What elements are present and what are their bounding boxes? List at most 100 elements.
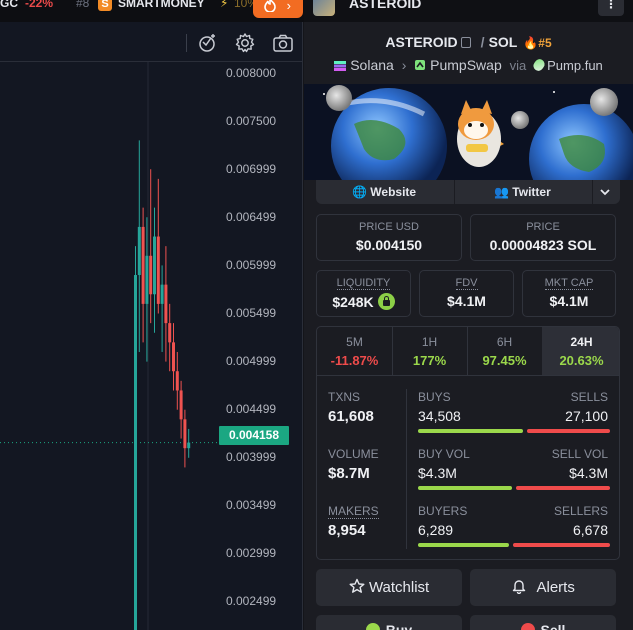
people-icon: 👥	[494, 185, 509, 199]
sellers-ratio-bar	[513, 543, 610, 547]
tab-change: -11.87%	[330, 353, 379, 368]
price-usd-label: PRICE USD	[359, 221, 419, 233]
tab-label: 24H	[570, 335, 593, 349]
buys-ratio-bar	[418, 429, 523, 433]
ticker-symbol[interactable]: GC	[0, 0, 18, 10]
alerts-button[interactable]: Alerts	[470, 569, 616, 606]
volume-stat: VOLUME $8.7M	[328, 447, 379, 482]
fdv-label: FDV	[455, 277, 478, 290]
candle-body[interactable]	[141, 226, 145, 304]
candle-body[interactable]	[134, 275, 137, 630]
mktcap-card: MKT CAP $4.1M	[522, 270, 616, 317]
volume-value: $8.7M	[328, 465, 370, 482]
price-usd-card: PRICE USD $0.004150	[316, 214, 462, 261]
candle-body[interactable]	[172, 342, 175, 372]
candlestick-plot[interactable]	[0, 62, 303, 630]
tab-change: 20.63%	[559, 353, 604, 368]
chain-name[interactable]: Solana	[350, 57, 394, 73]
indicator-icon[interactable]	[197, 32, 219, 54]
y-tick-label: 0.007500	[226, 114, 277, 128]
sellvol-label: SELL VOL	[551, 447, 608, 461]
tab-24h[interactable]: 24H 20.63%	[542, 327, 619, 376]
ticker-rank: #8	[76, 0, 90, 10]
links-divider-2	[592, 180, 593, 204]
token-logo-icon: S	[98, 0, 112, 11]
candle-body[interactable]	[145, 255, 149, 304]
buy-icon	[365, 623, 380, 630]
candle-body[interactable]	[160, 284, 164, 304]
makers-stat: MAKERS 8,954	[328, 504, 379, 539]
stats-divider	[406, 389, 407, 549]
y-tick-label: 0.006999	[226, 162, 277, 176]
candle-body[interactable]	[183, 419, 187, 449]
sell-button[interactable]: Sell	[470, 615, 616, 630]
candle-body[interactable]	[187, 442, 191, 449]
candle-body[interactable]	[164, 284, 168, 324]
pair-separator: /	[480, 34, 485, 50]
candle-body[interactable]	[175, 371, 179, 391]
tab-1h[interactable]: 1H 177%	[392, 327, 468, 376]
launchpad-name[interactable]: Pump.fun	[547, 58, 603, 73]
buys-label: BUYS	[418, 390, 451, 404]
buyers-value: 6,289	[418, 522, 454, 538]
buy-button[interactable]: Buy	[316, 615, 462, 630]
alerts-label: Alerts	[536, 579, 575, 596]
twitter-link[interactable]: 👥 Twitter	[494, 185, 551, 199]
stats-card: 5M -11.87% 1H 177% 6H 97.45% 24H 20.63% …	[316, 326, 620, 560]
fire-icon	[264, 0, 276, 13]
quote-symbol: SOL	[488, 34, 518, 50]
candle-body[interactable]	[137, 226, 141, 276]
tab-5m[interactable]: 5M -11.87%	[317, 327, 393, 376]
toolbar-divider	[186, 34, 187, 52]
via-label: via	[509, 58, 527, 73]
makers-label: MAKERS	[328, 504, 379, 519]
candle-body[interactable]	[179, 390, 183, 420]
gear-icon[interactable]	[234, 32, 256, 54]
buyers-ratio-bar	[418, 543, 509, 547]
dex-name[interactable]: PumpSwap	[430, 57, 502, 73]
last-price-tag: 0.004158	[219, 425, 289, 445]
tab-6h[interactable]: 6H 97.45%	[467, 327, 543, 376]
tab-label: 6H	[496, 335, 513, 349]
website-label: Website	[370, 185, 417, 199]
header-token-name: ASTEROID	[349, 0, 422, 11]
liquidity-label: LIQUIDITY	[336, 277, 391, 290]
chevron-down-icon[interactable]	[600, 188, 610, 196]
fdv-value: $4.1M	[447, 293, 486, 309]
tab-change: 97.45%	[482, 353, 527, 368]
buyvol-label: BUY VOL	[418, 447, 470, 461]
tab-change: 177%	[412, 353, 447, 368]
mktcap-value: $4.1M	[549, 293, 589, 309]
trending-button[interactable]: ›	[253, 0, 303, 18]
ticker-change: -22%	[25, 0, 54, 10]
pair-title: ASTEROID / SOL 🔥#5	[304, 34, 633, 50]
chain-breadcrumb: Solana › PumpSwap via Pump.fun	[304, 57, 633, 73]
more-menu-icon[interactable]: ⋮	[598, 0, 624, 16]
candle-body[interactable]	[149, 255, 153, 295]
sells-value: 27,100	[565, 408, 608, 424]
y-tick-label: 0.008000	[226, 66, 277, 80]
website-link[interactable]: 🌐 Website	[352, 185, 416, 199]
copy-icon[interactable]	[460, 37, 471, 48]
price-chart[interactable]: 0.008000 0.007500 0.006999 0.006499 0.005999…	[0, 22, 303, 630]
sell-icon	[520, 623, 535, 630]
y-tick-label: 0.003499	[226, 498, 277, 512]
social-links-bar: 🌐 Website 👥 Twitter	[316, 180, 620, 204]
candle-body[interactable]	[153, 236, 156, 295]
tab-label: 5M	[346, 335, 363, 349]
txns-label: TXNS	[328, 390, 361, 404]
chart-toolbar	[0, 22, 303, 62]
camera-icon[interactable]	[272, 32, 294, 54]
ticker-token-name[interactable]: SMARTMONEY	[118, 0, 205, 10]
bolt-icon: ⚡	[220, 0, 229, 10]
volume-label: VOLUME	[328, 447, 379, 461]
buys-value: 34,508	[418, 408, 461, 424]
watchlist-button[interactable]: Watchlist	[316, 569, 462, 606]
candle-body[interactable]	[156, 236, 160, 304]
sell-label: Sell	[540, 622, 566, 630]
candle-body[interactable]	[168, 323, 172, 343]
mktcap-label: MKT CAP	[544, 277, 594, 290]
fire-icon: 🔥	[523, 36, 539, 50]
pumpfun-icon	[531, 57, 547, 73]
price-sol-value: 0.00004823 SOL	[489, 237, 597, 253]
